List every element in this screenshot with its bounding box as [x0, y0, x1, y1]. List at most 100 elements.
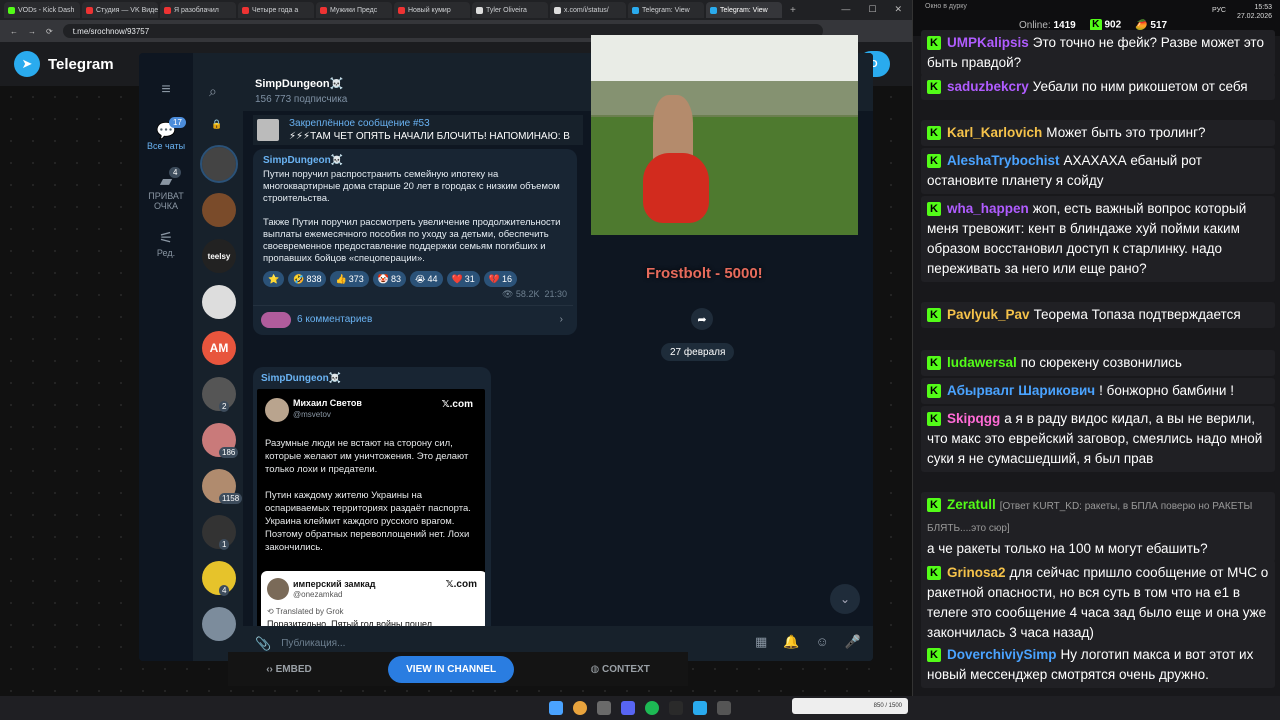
embed-button[interactable]: ‹› EMBED: [266, 664, 312, 675]
chat-username[interactable]: Абырвалг Шарикович: [947, 383, 1095, 398]
attach-icon[interactable]: 📎: [255, 636, 271, 652]
reaction-chip[interactable]: 😭 44: [409, 271, 443, 287]
browser-tab[interactable]: Я разоблачил: [160, 2, 236, 18]
chat-username[interactable]: DoverchiviySimp: [947, 647, 1057, 662]
folder-label: Все чаты: [146, 141, 186, 151]
post-author[interactable]: SimpDungeon☠️: [261, 373, 341, 384]
post-author[interactable]: SimpDungeon☠️: [263, 155, 567, 166]
forward-icon[interactable]: →: [28, 27, 36, 36]
clock[interactable]: 15:53 27.02.2026: [1237, 3, 1272, 21]
tab-favicon-icon: [8, 6, 15, 14]
chat-message: K Skipqgg а я в раду видос кидал, а вы не …: [921, 406, 1275, 472]
browser-tab[interactable]: Мужики Предс: [316, 2, 392, 18]
chat-username[interactable]: AleshaTrybochist: [947, 153, 1060, 168]
discord-icon[interactable]: [621, 701, 635, 715]
tab-favicon-icon: [710, 6, 717, 14]
close-icon[interactable]: ✕: [894, 4, 902, 15]
microphone-icon[interactable]: 🎤: [845, 634, 861, 650]
chat-avatar[interactable]: [202, 193, 236, 227]
browser-tab[interactable]: x.com/i/status/: [550, 2, 626, 18]
video-figure-skirt: [643, 153, 709, 223]
window-controls[interactable]: — ☐ ✕: [831, 0, 912, 19]
bell-icon[interactable]: 🔔: [783, 634, 799, 650]
avatar: [265, 398, 289, 422]
spotify-icon[interactable]: [645, 701, 659, 715]
chat-username[interactable]: UMPKalipsis: [947, 35, 1029, 50]
composer-actions: ▦ 🔔 ☺ 🎤: [755, 634, 861, 650]
chevron-right-icon: ›: [559, 314, 563, 325]
chat-username[interactable]: ludawersal: [947, 355, 1017, 370]
tab-label: Telegram: View: [720, 6, 768, 14]
chat-avatar[interactable]: [202, 285, 236, 319]
reaction-emoji: 🤡: [377, 273, 389, 284]
browser-tab[interactable]: Telegram: View: [628, 2, 704, 18]
chat-username[interactable]: Skipqgg: [947, 411, 1000, 426]
avatar: [267, 578, 289, 600]
chat-username[interactable]: wha_happen: [947, 201, 1029, 216]
scroll-down-button[interactable]: ⌄: [830, 584, 860, 614]
chat-username[interactable]: Zeratull: [947, 497, 996, 512]
tweet-screenshot[interactable]: Михаил Светов @msvetov 𝕏.com Разумные лю…: [257, 389, 485, 629]
language-indicator[interactable]: РУС: [1212, 7, 1226, 14]
chat-avatar[interactable]: [202, 607, 236, 641]
back-icon[interactable]: ←: [10, 27, 18, 36]
comments-label: 6 комментариев: [297, 314, 373, 325]
folder-all-chats[interactable]: 💬 Все чаты 17: [139, 117, 193, 151]
tab-label: Telegram: View: [642, 6, 690, 14]
minimize-icon[interactable]: —: [841, 4, 850, 15]
windows-start-icon[interactable]: [549, 701, 563, 715]
menu-icon[interactable]: ≡: [139, 81, 193, 99]
emoji-icon[interactable]: ☺: [816, 634, 829, 650]
reaction-chip[interactable]: ⭐: [263, 271, 285, 287]
clock-time: 15:53: [1254, 4, 1272, 11]
reaction-chip[interactable]: 💔 16: [483, 271, 517, 287]
folder-edit[interactable]: ⚟ Ред.: [139, 228, 193, 258]
chat-text: ! бонжорно бамбини !: [1099, 383, 1234, 398]
steam-icon[interactable]: [597, 701, 611, 715]
context-label: CONTEXT: [602, 663, 650, 675]
reaction-chip[interactable]: 🤡 83: [372, 271, 406, 287]
browser-tab[interactable]: VODs - Kick Dash: [4, 2, 80, 18]
chat-avatar[interactable]: AM: [202, 331, 236, 365]
chat-username[interactable]: Grinosa2: [947, 565, 1006, 580]
chat-username[interactable]: Pavlyuk_Pav: [947, 307, 1030, 322]
browser-tab[interactable]: Новый кумир: [394, 2, 470, 18]
schedule-icon[interactable]: ▦: [755, 634, 767, 650]
folder-private[interactable]: ▰ ПРИВАТ ОЧКА 4: [139, 167, 193, 211]
browser-tab[interactable]: Tyler Oliveira: [472, 2, 548, 18]
reaction-chip[interactable]: 🤣 838: [288, 271, 327, 287]
tab-favicon-icon: [86, 6, 93, 14]
online-count: 1419: [1053, 19, 1076, 31]
browser-tab[interactable]: Студия — VK Видео: [82, 2, 158, 18]
maximize-icon[interactable]: ☐: [868, 4, 876, 15]
kick-badge-icon: K: [927, 126, 941, 141]
chat-username[interactable]: Karl_Karlovich: [947, 125, 1042, 140]
share-button[interactable]: ➦: [691, 308, 713, 330]
date-divider: 27 февраля: [661, 343, 735, 361]
app-icon[interactable]: [717, 701, 731, 715]
channel-subscribers: 156 773 подписчика: [255, 94, 348, 105]
comments-link[interactable]: 6 комментариев ›: [253, 305, 573, 333]
chat-avatar[interactable]: [200, 145, 238, 183]
chat-avatar[interactable]: teelsy: [202, 239, 236, 273]
tab-label: Новый кумир: [408, 6, 451, 14]
reaction-chip[interactable]: ❤️ 31: [446, 271, 480, 287]
telegram-icon[interactable]: [693, 701, 707, 715]
browser-tab[interactable]: Четыре года а: [238, 2, 314, 18]
stream-chat-panel: Окно в дурку Online: 1419 K 902 🥭 517 KU…: [912, 0, 1280, 696]
composer-input[interactable]: Публикация...: [281, 638, 345, 649]
new-tab-icon[interactable]: +: [784, 5, 802, 16]
context-button[interactable]: ◍ CONTEXT: [591, 664, 650, 675]
browser-tab[interactable]: Telegram: View: [706, 2, 782, 18]
chrome-icon[interactable]: [573, 701, 587, 715]
tweet-author: Михаил Светов: [293, 398, 362, 408]
reload-icon[interactable]: ⟳: [46, 27, 53, 36]
reaction-chip[interactable]: 👍 373: [330, 271, 369, 287]
obs-icon[interactable]: [669, 701, 683, 715]
share-icon: ➦: [697, 313, 707, 326]
view-in-channel-button[interactable]: VIEW IN CHANNEL: [388, 655, 515, 683]
search-icon[interactable]: ⌕: [209, 83, 217, 100]
unread-badge: 186: [219, 447, 239, 458]
chat-username[interactable]: saduzbekcry: [947, 79, 1029, 94]
pinned-message-bar[interactable]: Закреплённое сообщение #53 ⚡⚡⚡ТАМ ЧЕТ ОП…: [253, 115, 583, 145]
